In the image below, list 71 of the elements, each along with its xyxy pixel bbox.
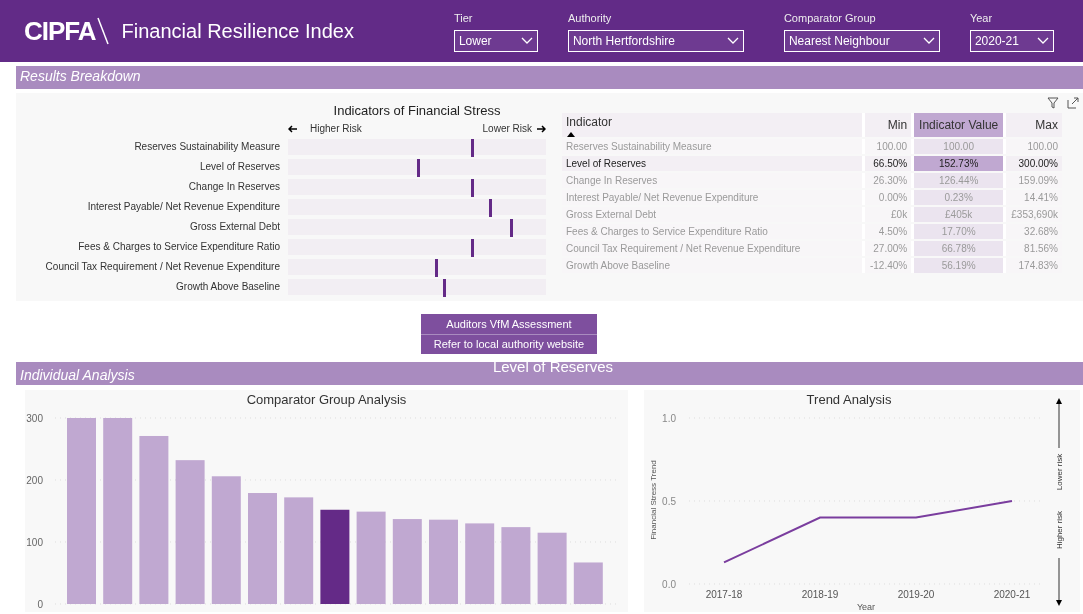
axis-tick-label: 300 (26, 413, 43, 424)
bar (573, 562, 603, 604)
chart-title: Comparator Group Analysis (246, 392, 407, 407)
table-cell: 56.19% (911, 258, 1004, 273)
link-button[interactable]: Auditors VfM Assessment (421, 314, 597, 334)
chart-title: Trend Analysis (806, 392, 892, 407)
filter-dropdown[interactable]: 2020-21 (969, 30, 1054, 53)
indicator-label: Interest Payable/ Net Revenue Expenditure (86, 199, 281, 214)
filter-label: Comparator Group (783, 10, 877, 26)
axis-tick-label: 100 (26, 537, 43, 548)
axis-tick-label: 200 (26, 475, 43, 486)
axis-tick-label: 0.0 (662, 579, 676, 590)
table-cell: £405k (911, 207, 1004, 222)
chevron-down-icon (922, 37, 935, 46)
axis-title: Year (856, 602, 876, 612)
side-label: Lower risk (1055, 453, 1064, 491)
chevron-down-icon (1036, 37, 1049, 46)
table-cell: 66.50% (862, 156, 912, 171)
side-label: Higher risk (1055, 510, 1064, 550)
indicator-label: Fees & Charges to Service Expenditure Ratio (77, 239, 281, 254)
table-cell: 17.70% (911, 224, 1004, 239)
axis-tick-label: 2019-20 (897, 589, 935, 600)
indicator-title: Level of Reserves (492, 357, 613, 377)
left-arrow-icon (288, 123, 298, 134)
right-arrow-icon (536, 123, 546, 134)
axis-title: Financial Stress Trend (649, 460, 658, 540)
filter-label: Tier (453, 10, 474, 26)
table-cell: 300.00% (1003, 156, 1062, 171)
axis-tick-label: 0 (37, 599, 43, 610)
slash-icon (95, 16, 110, 46)
indicator-label: Level of Reserves (198, 159, 281, 174)
link-button[interactable]: Refer to local authority website (421, 334, 597, 354)
column-header[interactable]: Indicator Value (911, 113, 1004, 137)
filter-icon (1047, 97, 1059, 109)
column-header[interactable]: Min (862, 113, 912, 137)
logo: CIPFA (24, 14, 96, 48)
table-cell: 126.44% (911, 173, 1004, 188)
axis-tick-label: 2018-19 (801, 589, 839, 600)
app-title: Financial Resilience Index (121, 19, 354, 44)
axis-label: Higher Risk (310, 122, 362, 136)
table-cell: 152.73% (911, 156, 1004, 171)
expand-icon (1067, 97, 1079, 109)
axis-tick-label: 1.0 (662, 413, 676, 424)
filter-label: Authority (567, 10, 613, 26)
indicator-label: Change In Reserves (187, 179, 281, 194)
indicator-label: Growth Above Baseline (175, 279, 281, 294)
sort-ascending-icon (566, 131, 576, 137)
up-arrow-icon (1056, 398, 1062, 449)
chart-title: Indicators of Financial Stress (332, 102, 502, 120)
table-cell: Level of Reserves (562, 156, 862, 171)
indicator-label: Council Tax Requirement / Net Revenue Expenditure (44, 259, 281, 274)
filter-dropdown[interactable]: Nearest Neighbour (783, 30, 940, 53)
section-header: Results Breakdown (16, 66, 1083, 89)
table-cell: 66.78% (911, 241, 1004, 256)
axis-tick-label: 2017-18 (705, 589, 743, 600)
indicator-label: Reserves Sustainability Measure (133, 139, 281, 154)
indicator-label: Gross External Debt (188, 219, 281, 234)
down-arrow-icon (1056, 557, 1062, 606)
table-cell: 100.00 (911, 139, 1004, 154)
table-cell: 0.23% (911, 190, 1004, 205)
chevron-down-icon (520, 37, 533, 46)
filter-dropdown[interactable]: Lower (453, 30, 538, 53)
bar (537, 532, 567, 604)
section-header: Individual Analysis (20, 366, 135, 385)
axis-label: Lower Risk (482, 122, 532, 136)
axis-tick-label: 2020-21 (993, 589, 1031, 600)
chevron-down-icon (726, 37, 739, 46)
filter-dropdown[interactable]: North Hertfordshire (567, 30, 744, 53)
column-header[interactable]: Max (1003, 113, 1062, 137)
filter-label: Year (969, 10, 994, 26)
axis-tick-label: 0.5 (662, 496, 676, 507)
